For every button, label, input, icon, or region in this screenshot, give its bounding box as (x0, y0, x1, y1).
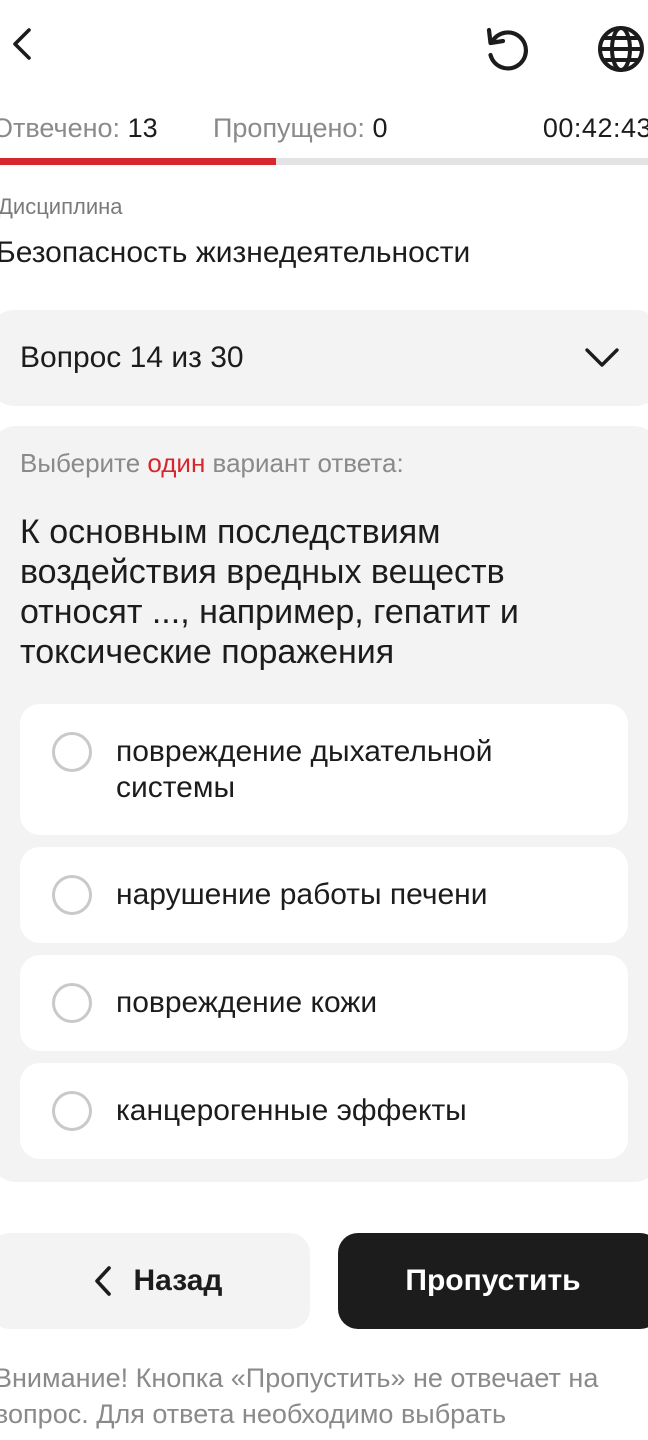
answer-option-label: повреждение дыхательной системы (116, 735, 493, 804)
discipline-name: Безопасность жизнедеятельности (0, 236, 471, 269)
chevron-left-icon (13, 28, 31, 60)
chevron-left-icon (94, 1266, 111, 1296)
answered-stat: Отвечено: 13 (0, 106, 158, 150)
answered-count: 13 (127, 113, 158, 143)
question-text: К основным последствиям воздействия вред… (20, 513, 519, 671)
question-selector[interactable]: Вопрос 14 из 30 (0, 310, 648, 406)
instruction-suffix: вариант ответа: (205, 448, 404, 478)
back-icon-button[interactable] (0, 20, 44, 68)
skipped-count: 0 (372, 113, 388, 143)
stats-row: Отвечено: 13 Пропущено: 0 00:42:43 (0, 106, 648, 150)
language-button[interactable] (590, 18, 648, 80)
answer-option-label: канцерогенные эффекты (116, 1094, 467, 1127)
answer-option-label: повреждение кожи (116, 986, 378, 1019)
skip-warning: Внимание! Кнопка «Пропустить» не отвечае… (0, 1363, 599, 1429)
instruction-prefix: Выберите (20, 448, 148, 478)
answer-option[interactable]: нарушение работы печени (20, 847, 628, 943)
reset-icon (486, 27, 528, 71)
previous-question-content: Назад (92, 1264, 223, 1298)
answered-label: Отвечено: (0, 113, 121, 143)
progress-bar-fill (0, 158, 276, 165)
radio-button[interactable] (52, 1091, 92, 1131)
top-bar (0, 0, 648, 96)
chevron-down-icon (585, 348, 619, 367)
answer-instruction: Выберите один вариант ответа: (20, 448, 404, 479)
radio-button[interactable] (52, 983, 92, 1023)
answer-option-label: нарушение работы печени (116, 878, 488, 911)
skip-button-label: Пропустить (405, 1264, 581, 1297)
answer-option[interactable]: повреждение кожи (20, 955, 628, 1051)
radio-button[interactable] (52, 875, 92, 915)
previous-question-button[interactable]: Назад (0, 1233, 310, 1329)
reset-button[interactable] (476, 18, 538, 80)
instruction-accent: один (147, 448, 206, 478)
radio-button[interactable] (52, 732, 92, 772)
skipped-stat: Пропущено: 0 (213, 106, 387, 150)
timer: 00:42:43 (542, 113, 648, 143)
previous-question-label: Назад (133, 1264, 223, 1297)
skipped-label: Пропущено: (213, 113, 365, 143)
skip-button[interactable]: Пропустить (338, 1233, 648, 1329)
answer-option[interactable]: канцерогенные эффекты (20, 1063, 628, 1159)
question-card: Выберите один вариант ответа: К основным… (0, 426, 648, 1182)
discipline-label: Дисциплина (0, 194, 123, 219)
progress-bar (0, 158, 648, 165)
question-selector-label: Вопрос 14 из 30 (20, 341, 244, 374)
answer-option[interactable]: повреждение дыхательной системы (20, 704, 628, 835)
globe-icon (598, 26, 644, 72)
